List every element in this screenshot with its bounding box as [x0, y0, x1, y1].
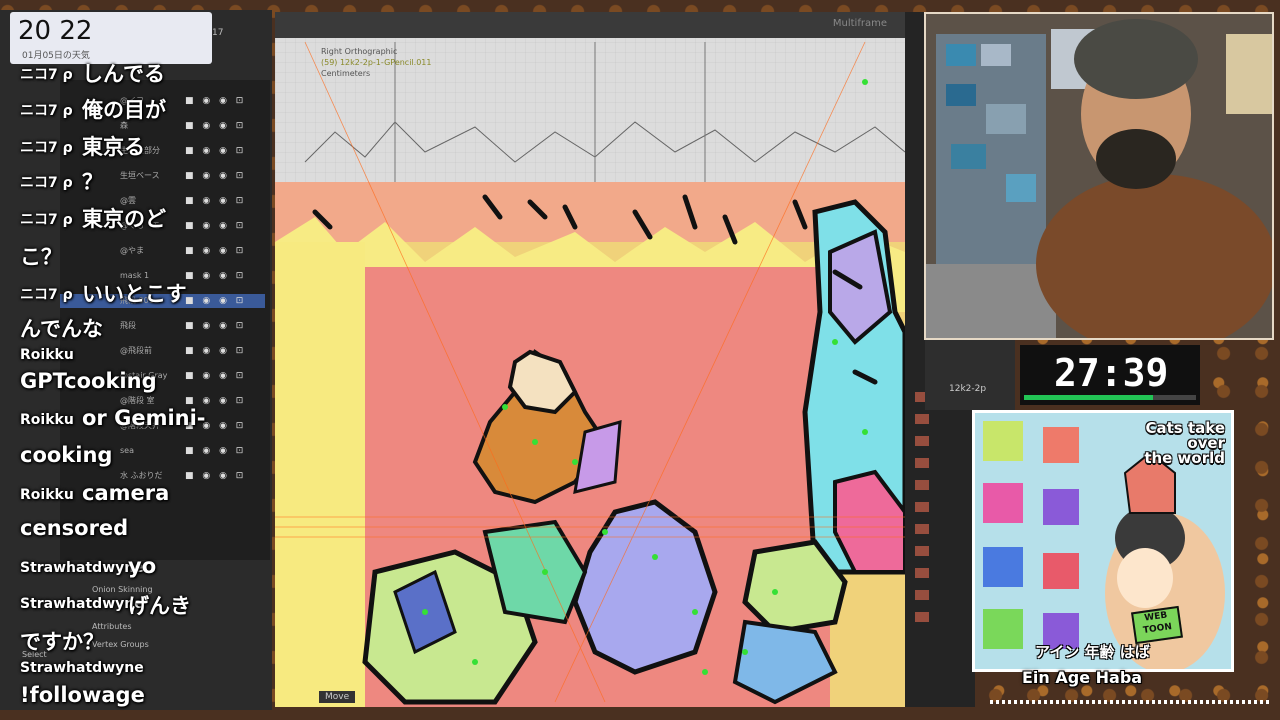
chat-message: げんき [128, 594, 191, 618]
viewport-info: Right Orthographic (59) 12k2-2p-1-GPenci… [321, 46, 431, 79]
properties-header: 12k2-2p [925, 340, 1015, 410]
drawing-canvas[interactable] [275, 12, 905, 707]
stream-timer: 27:39 [1020, 345, 1200, 405]
chat-username: Strawhatdwyne [20, 596, 144, 612]
book-title-line-3: the world [1144, 449, 1225, 467]
webtoon-badge: WEB TOON [1131, 605, 1183, 645]
chat-message: ？ [82, 170, 103, 194]
chat-username: ニコ7 ρ [20, 67, 73, 83]
chat-username: Strawhatdwyne [20, 660, 144, 676]
chat-username: ニコ7 ρ [20, 140, 73, 156]
chat-username: ニコ7 ρ [20, 287, 73, 303]
chat-message: 東京る [82, 135, 145, 159]
book-title: Cats take over the world [1144, 421, 1225, 466]
chat-message: 俺の目が [82, 98, 166, 122]
chat-overlay: ニコ7 ρ しんでる ニコ7 ρ 俺の目が ニコ7 ρ 東京る ニコ7 ρ？ニコ7 ρ 東京の… [20, 0, 280, 720]
chat-username: Roikku [20, 412, 74, 428]
book-cover: Cats take over the world WEB TOON アイン 年齢… [972, 410, 1234, 672]
timer-progress [1024, 395, 1196, 400]
chat-message: しんでる [82, 62, 165, 86]
chat-message: yo [128, 554, 157, 578]
properties-tab-icons[interactable] [915, 392, 929, 622]
units-label: Centimeters [321, 69, 371, 78]
chat-message: こ？ [20, 245, 62, 269]
move-status: Move [319, 691, 356, 703]
chat-username: Roikku [20, 347, 74, 363]
chat-message: camera [82, 481, 170, 505]
decorative-dots [990, 700, 1270, 704]
chat-message: or Gemini- [82, 406, 206, 430]
chat-username: ニコ7 ρ [20, 103, 73, 119]
book-jp-title: アイン 年齢 はば [1035, 643, 1150, 661]
chat-message: !followage [20, 683, 145, 707]
timer-value: 27:39 [1054, 351, 1169, 395]
view-name: Right Orthographic [321, 47, 398, 56]
chat-message: んでんな [20, 317, 103, 341]
book-en-title: Ein Age Haba [1022, 668, 1143, 687]
chat-username: Strawhatdwyne [20, 560, 144, 576]
chat-message: censored [20, 516, 129, 540]
chat-username: ニコ7 ρ [20, 212, 73, 228]
chat-message: ですか？ [20, 630, 104, 654]
chat-message: cooking [20, 443, 113, 467]
chat-message: 東京のど [82, 207, 166, 231]
chat-message: いいとこす [82, 282, 187, 306]
webcam-feed [924, 12, 1274, 340]
chat-username: Roikku [20, 487, 74, 503]
object-name: (59) 12k2-2p-1-GPencil.011 [321, 58, 432, 67]
chat-username: ニコ7 ρ [20, 175, 73, 191]
3d-viewport[interactable]: Multiframe Right Orthographic (59) 12k2-… [275, 12, 905, 707]
object-selector[interactable]: 12k2-2p [949, 384, 986, 394]
chat-message: GPTcooking [20, 369, 157, 393]
